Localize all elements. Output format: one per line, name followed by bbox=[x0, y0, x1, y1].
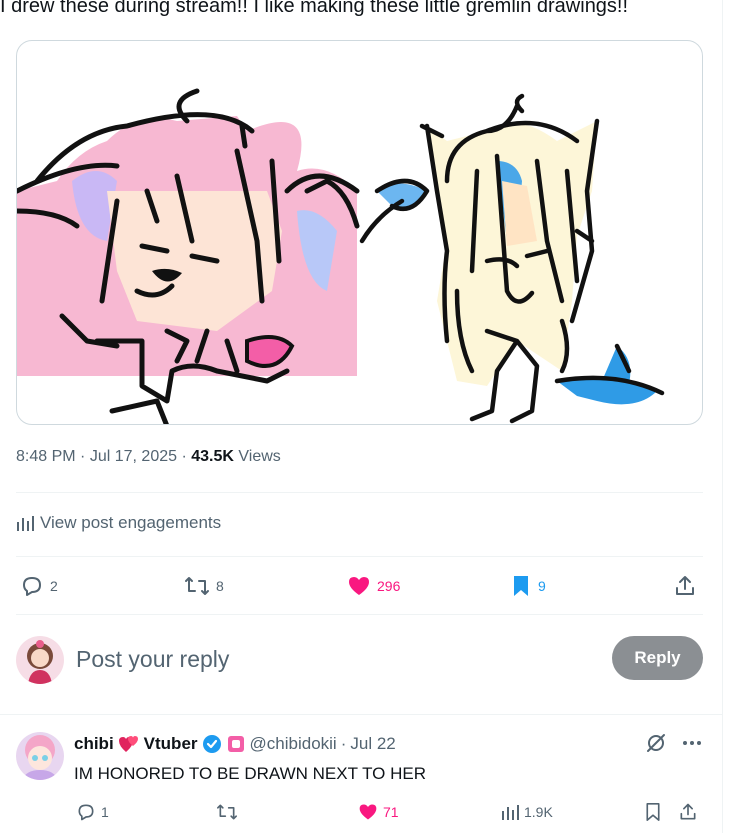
repost-count: 8 bbox=[216, 578, 224, 594]
post-time[interactable]: 8:48 PM bbox=[16, 448, 76, 465]
views-count: 43.5K bbox=[191, 448, 234, 465]
post-date[interactable]: Jul 17, 2025 bbox=[90, 448, 177, 465]
bookmark-count: 9 bbox=[538, 578, 546, 594]
reply-author-name[interactable]: chibi bbox=[74, 734, 114, 754]
views-label: Views bbox=[238, 448, 281, 465]
reply-date[interactable]: Jul 22 bbox=[350, 734, 395, 754]
like-icon bbox=[349, 577, 369, 595]
bookmark-icon bbox=[646, 802, 660, 821]
reply-share-button[interactable] bbox=[678, 800, 698, 824]
share-icon bbox=[680, 803, 696, 820]
view-engagements-link[interactable]: View post engagements bbox=[16, 513, 221, 533]
reply-text: IM HONORED TO BE DRAWN NEXT TO HER bbox=[74, 764, 427, 783]
reply-author-handle[interactable]: @chibidokii bbox=[250, 734, 337, 754]
affiliate-badge-icon bbox=[227, 736, 244, 752]
reply-author-avatar[interactable] bbox=[16, 732, 64, 780]
divider bbox=[16, 614, 703, 615]
reply-views-count: 1.9K bbox=[524, 804, 553, 820]
column-divider bbox=[722, 0, 723, 833]
analytics-icon bbox=[502, 805, 519, 820]
post-meta: 8:48 PM · Jul 17, 2025 · 43.5K Views bbox=[16, 448, 281, 466]
bookmark-button[interactable]: 9 bbox=[510, 570, 546, 602]
reply-author-name-suffix[interactable]: Vtuber bbox=[144, 734, 198, 754]
reply-tools bbox=[645, 732, 703, 754]
more-icon[interactable] bbox=[681, 732, 703, 754]
divider bbox=[16, 556, 703, 557]
analytics-icon bbox=[17, 516, 34, 531]
divider bbox=[16, 492, 703, 493]
reply-icon bbox=[78, 804, 94, 821]
repost-icon bbox=[216, 804, 237, 820]
post-text: I drew these during stream!! I like maki… bbox=[0, 0, 629, 17]
reply-like-button[interactable]: 71 bbox=[358, 800, 399, 824]
reply-icon bbox=[23, 577, 41, 596]
reply-reply-count: 1 bbox=[101, 804, 109, 820]
repost-button[interactable]: 8 bbox=[184, 570, 224, 602]
reply-submit-button[interactable]: Reply bbox=[612, 636, 703, 680]
like-count: 296 bbox=[377, 578, 401, 594]
bookmark-icon bbox=[514, 576, 528, 596]
reply-reply-button[interactable]: 1 bbox=[76, 800, 109, 824]
divider bbox=[0, 714, 722, 715]
reply-like-count: 71 bbox=[383, 804, 399, 820]
verified-badge-icon bbox=[202, 735, 221, 753]
share-icon bbox=[676, 576, 694, 595]
reply-input[interactable]: Post your reply bbox=[76, 646, 229, 673]
media-drawings bbox=[17, 88, 665, 424]
reply-button[interactable]: 2 bbox=[20, 570, 58, 602]
user-avatar[interactable] bbox=[16, 636, 64, 684]
reply-repost-button[interactable] bbox=[216, 800, 238, 824]
reply-actions: 1 71 1.9K bbox=[74, 800, 703, 824]
heart-emoji-icon bbox=[118, 736, 138, 752]
pink-hair-drawing bbox=[17, 88, 360, 424]
reply-bookmark-button[interactable] bbox=[644, 800, 662, 824]
reply-views-button[interactable]: 1.9K bbox=[501, 800, 553, 824]
view-engagements-label: View post engagements bbox=[40, 513, 222, 532]
meta-separator: · bbox=[80, 448, 90, 465]
post-actions: 2 8 296 9 bbox=[16, 570, 703, 602]
meta-separator: · bbox=[181, 448, 192, 465]
blue-hair-drawing bbox=[359, 93, 665, 424]
like-icon bbox=[359, 804, 377, 820]
reply-post[interactable]: chibi Vtuber @chibidokii · Jul 22 IM HON… bbox=[16, 728, 703, 833]
reply-composer: Post your reply Reply bbox=[16, 634, 703, 686]
like-button[interactable]: 296 bbox=[347, 570, 400, 602]
reply-header: chibi Vtuber @chibidokii · Jul 22 bbox=[74, 734, 396, 754]
repost-icon bbox=[185, 577, 209, 595]
reply-count: 2 bbox=[50, 578, 58, 594]
share-button[interactable] bbox=[673, 570, 697, 602]
grok-icon[interactable] bbox=[645, 732, 667, 754]
meta-separator: · bbox=[340, 734, 347, 753]
post-media[interactable] bbox=[16, 40, 703, 425]
